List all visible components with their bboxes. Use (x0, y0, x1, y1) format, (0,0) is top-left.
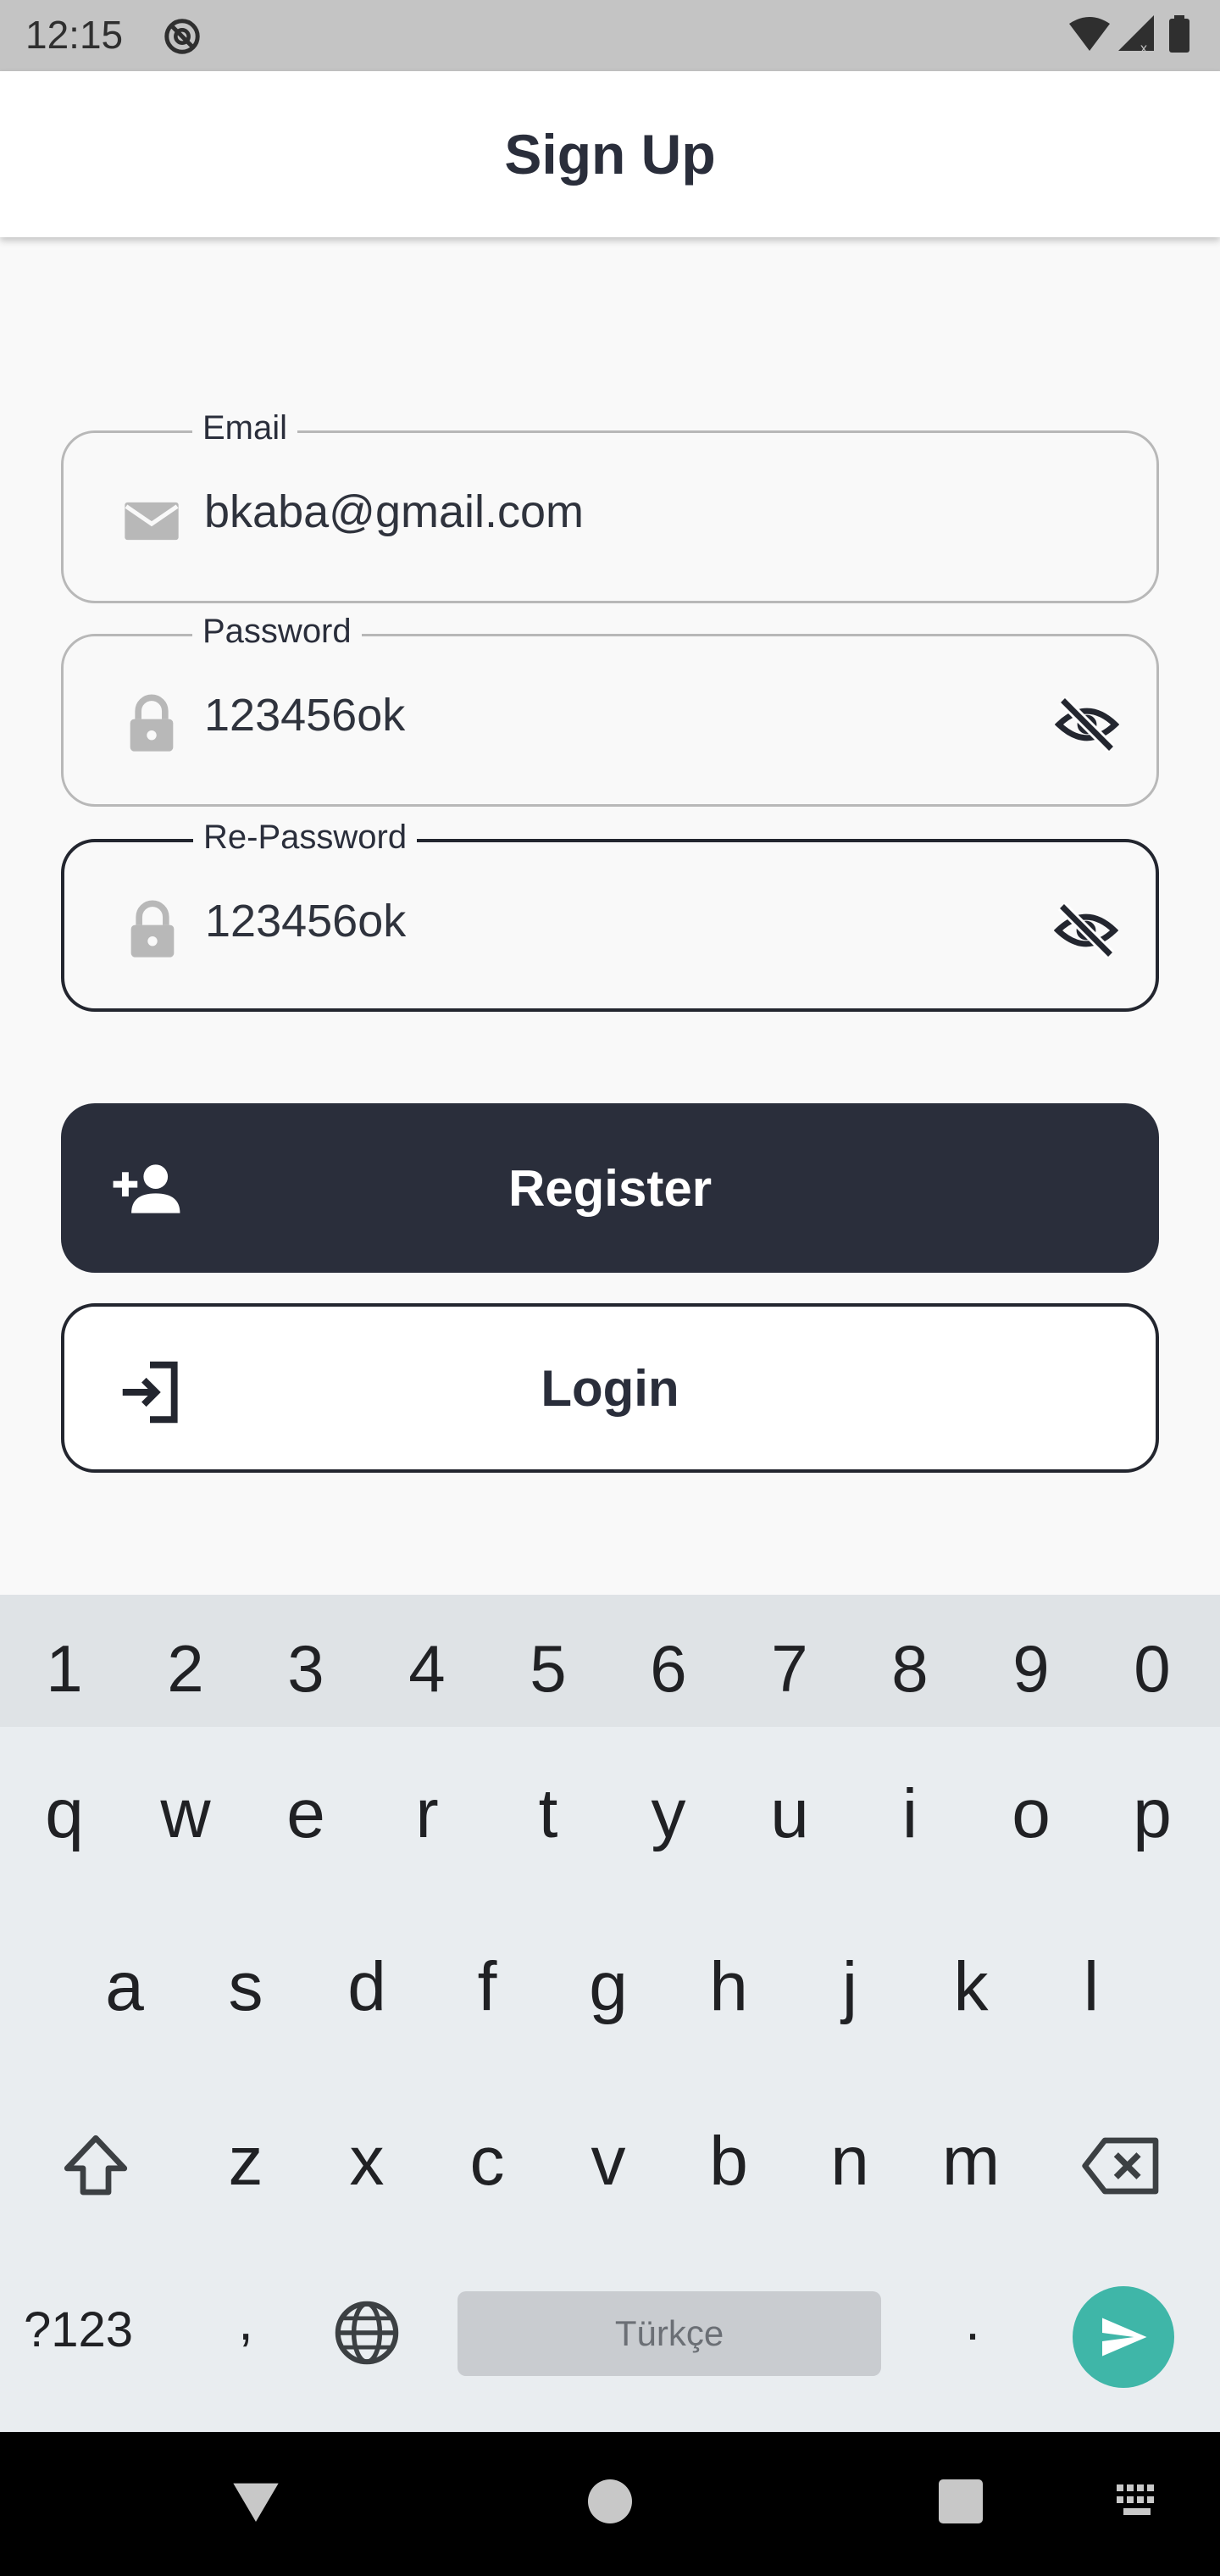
key-x[interactable]: x (316, 2122, 418, 2201)
keyboard-icon[interactable] (1115, 2481, 1162, 2522)
repassword-field[interactable]: Re-Password 123456ok (61, 819, 1159, 1012)
key-o[interactable]: o (980, 1774, 1082, 1854)
email-label: Email (192, 409, 298, 447)
key-1[interactable]: 1 (14, 1630, 115, 1707)
lock-icon (130, 694, 174, 752)
key-6[interactable]: 6 (618, 1630, 719, 1707)
register-button[interactable]: Register (61, 1103, 1159, 1273)
key-3[interactable]: 3 (255, 1630, 357, 1707)
status-icons: x (1069, 15, 1190, 56)
key-r[interactable]: r (376, 1774, 478, 1854)
key-w[interactable]: w (135, 1774, 236, 1854)
key-l[interactable]: l (1040, 1947, 1142, 2027)
key-c[interactable]: c (436, 2122, 538, 2201)
repassword-value[interactable]: 123456ok (205, 895, 406, 947)
shift-icon[interactable] (58, 2129, 134, 2205)
do-not-disturb-icon (164, 19, 200, 54)
key-n[interactable]: n (799, 2122, 901, 2201)
key-u[interactable]: u (739, 1774, 840, 1854)
svg-text:x: x (1140, 42, 1147, 56)
key-e[interactable]: e (255, 1774, 357, 1854)
soft-keyboard: 1 2 3 4 5 6 7 8 9 0 q w e r t y u i o p … (0, 1595, 1220, 2432)
login-button[interactable]: Login (61, 1303, 1159, 1473)
key-4[interactable]: 4 (376, 1630, 478, 1707)
wifi-icon (1069, 17, 1110, 51)
key-t[interactable]: t (497, 1774, 599, 1854)
key-d[interactable]: d (316, 1947, 418, 2027)
home-icon[interactable] (588, 2479, 632, 2523)
email-value[interactable]: bkaba@gmail.com (204, 486, 584, 538)
app-bar: Sign Up (0, 71, 1220, 237)
login-label: Login (541, 1360, 679, 1417)
repassword-label: Re-Password (193, 819, 418, 857)
email-field[interactable]: Email bkaba@gmail.com (61, 409, 1159, 603)
signal-icon (1118, 15, 1154, 51)
navigation-bar (0, 2432, 1220, 2576)
key-z[interactable]: z (195, 2122, 297, 2201)
send-icon (1102, 2318, 1147, 2357)
send-button[interactable] (1073, 2286, 1174, 2388)
key-j[interactable]: j (799, 1947, 901, 2027)
backspace-icon[interactable] (1079, 2132, 1164, 2200)
key-9[interactable]: 9 (980, 1630, 1082, 1707)
key-y[interactable]: y (618, 1774, 719, 1854)
visibility-off-icon[interactable] (1054, 898, 1118, 963)
number-row: 1 2 3 4 5 6 7 8 9 0 (0, 1595, 1220, 1727)
status-bar: 12:15 x (0, 0, 1220, 71)
register-label: Register (507, 1160, 713, 1217)
key-i[interactable]: i (859, 1774, 961, 1854)
key-0[interactable]: 0 (1101, 1630, 1203, 1707)
page-title: Sign Up (504, 123, 716, 186)
key-8[interactable]: 8 (859, 1630, 961, 1707)
key-a[interactable]: a (74, 1947, 175, 2027)
back-icon[interactable] (229, 2474, 283, 2529)
period-key[interactable]: . (939, 2290, 1006, 2352)
key-2[interactable]: 2 (135, 1630, 236, 1707)
lock-icon (130, 900, 175, 958)
key-b[interactable]: b (678, 2122, 779, 2201)
globe-icon[interactable] (332, 2298, 402, 2368)
key-p[interactable]: p (1101, 1774, 1203, 1854)
mail-icon (125, 502, 179, 541)
comma-key[interactable]: , (212, 2290, 280, 2352)
key-s[interactable]: s (195, 1947, 297, 2027)
key-q[interactable]: q (14, 1774, 115, 1854)
key-5[interactable]: 5 (497, 1630, 599, 1707)
key-f[interactable]: f (436, 1947, 538, 2027)
password-field[interactable]: Password 123456ok (61, 613, 1159, 807)
password-value[interactable]: 123456ok (204, 689, 405, 741)
recent-apps-icon[interactable] (939, 2479, 983, 2523)
key-g[interactable]: g (557, 1947, 659, 2027)
key-v[interactable]: v (557, 2122, 659, 2201)
battery-icon (1169, 19, 1190, 53)
password-label: Password (192, 613, 362, 651)
key-h[interactable]: h (678, 1947, 779, 2027)
key-m[interactable]: m (920, 2122, 1022, 2201)
symbols-key[interactable]: ?123 (24, 2301, 133, 2358)
space-key[interactable]: Türkçe (458, 2291, 881, 2376)
visibility-off-icon[interactable] (1055, 692, 1119, 757)
status-time: 12:15 (25, 13, 124, 57)
key-k[interactable]: k (920, 1947, 1022, 2027)
key-7[interactable]: 7 (739, 1630, 840, 1707)
